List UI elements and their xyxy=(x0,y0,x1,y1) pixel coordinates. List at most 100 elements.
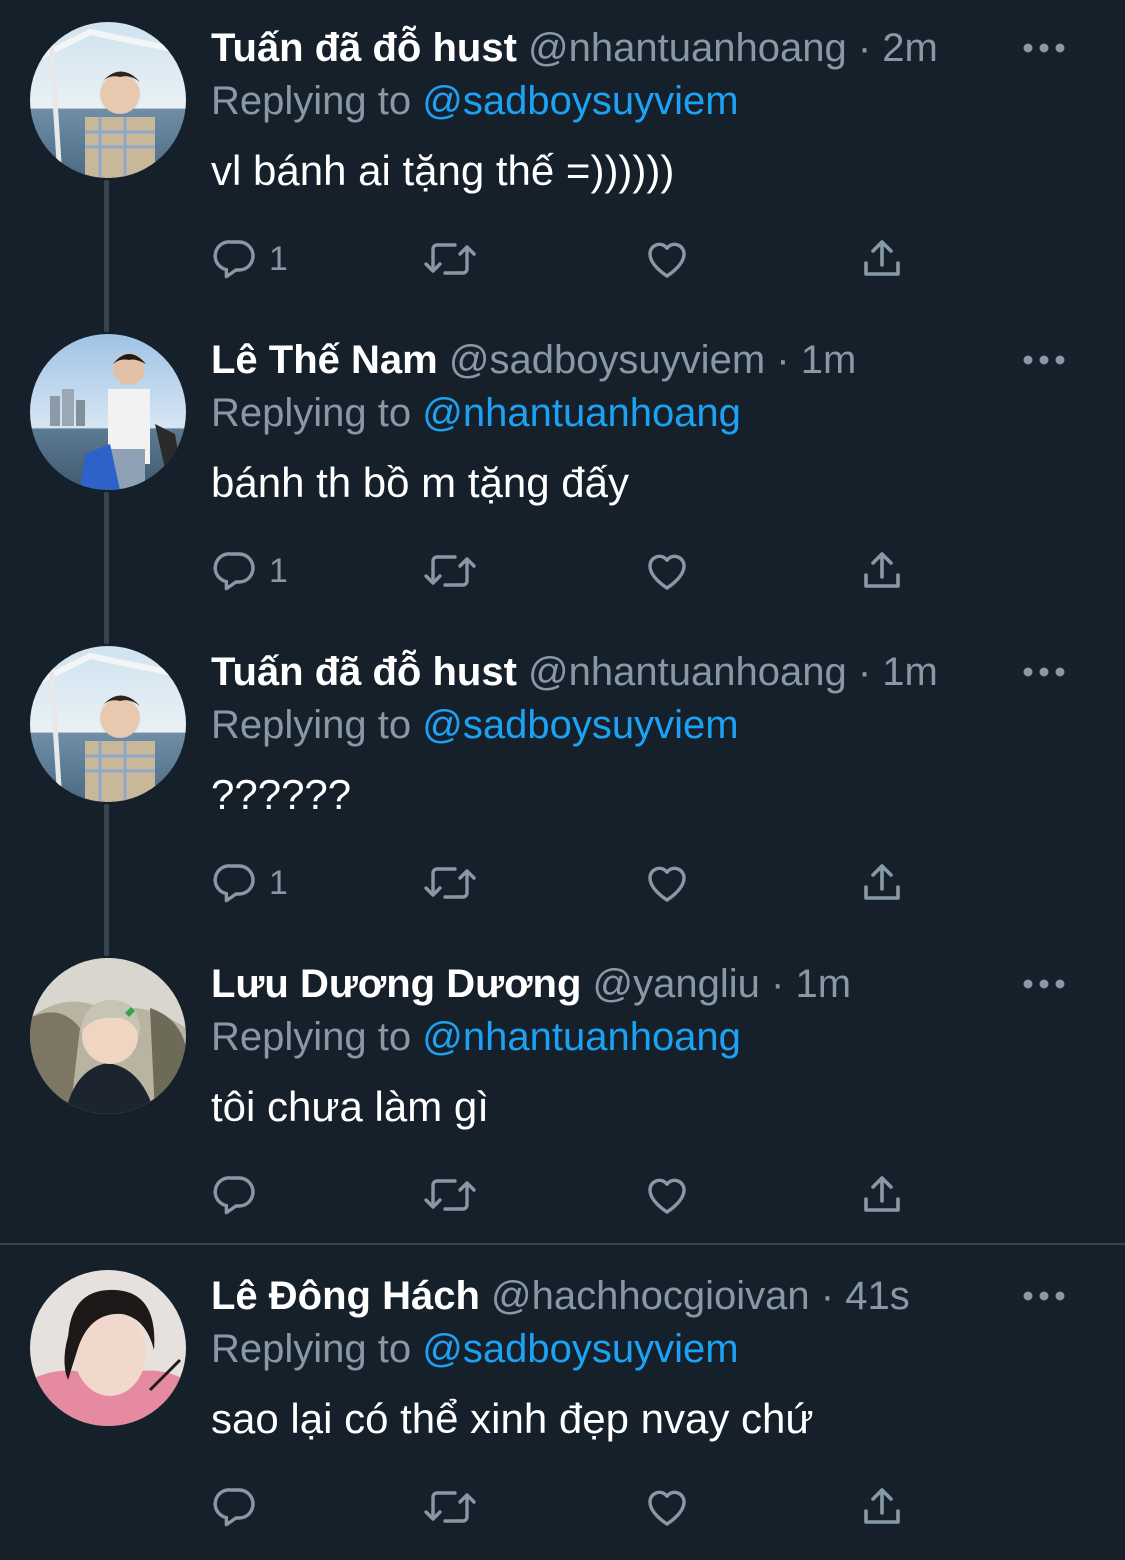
retweet-icon xyxy=(424,243,476,275)
avatar-city-photo-icon xyxy=(30,334,186,490)
replying-to: Replying to @sadboysuyviem xyxy=(211,1324,739,1374)
avatar[interactable] xyxy=(30,334,186,490)
like-button[interactable] xyxy=(643,234,691,284)
reply-button[interactable]: 1 xyxy=(211,858,288,908)
reply-button[interactable] xyxy=(211,1482,269,1532)
heart-icon xyxy=(648,1490,686,1526)
reply-button[interactable]: 1 xyxy=(211,546,288,596)
reply-count: 1 xyxy=(269,239,288,278)
tweet-header: Lê Đông Hách @hachhocgioivan · 41s xyxy=(211,1270,910,1322)
tweet[interactable]: Lê Đông Hách @hachhocgioivan · 41s Reply… xyxy=(0,1248,1125,1560)
display-name[interactable]: Lê Đông Hách xyxy=(211,1274,480,1318)
tweet-header: Tuấn đã đỗ hust @nhantuanhoang · 1m xyxy=(211,646,938,698)
more-options-icon[interactable] xyxy=(1022,974,1066,994)
retweet-button[interactable] xyxy=(423,546,477,596)
retweet-button[interactable] xyxy=(423,234,477,284)
replying-to-label: Replying to xyxy=(211,1015,412,1059)
tweet-actions: 1 xyxy=(211,212,1111,308)
reply-icon xyxy=(213,864,255,903)
reply-icon xyxy=(213,1176,255,1215)
timestamp[interactable]: 1m xyxy=(882,650,938,694)
like-button[interactable] xyxy=(643,1170,691,1220)
user-handle[interactable]: @nhantuanhoang xyxy=(528,26,847,70)
mention-link[interactable]: @nhantuanhoang xyxy=(422,1015,741,1059)
timestamp[interactable]: 41s xyxy=(845,1274,910,1318)
share-button[interactable] xyxy=(858,1482,906,1532)
mention-link[interactable]: @nhantuanhoang xyxy=(422,391,741,435)
retweet-icon xyxy=(424,1179,476,1211)
tweet[interactable]: Tuấn đã đỗ hust @nhantuanhoang · 2m Repl… xyxy=(0,0,1125,312)
reply-icon xyxy=(213,552,255,591)
separator-dot: · xyxy=(771,962,785,1006)
display-name[interactable]: Tuấn đã đỗ hust xyxy=(211,26,517,70)
reply-button[interactable] xyxy=(211,1170,269,1220)
share-icon xyxy=(864,864,900,900)
mention-link[interactable]: @sadboysuyviem xyxy=(422,79,738,123)
tweet-text: vl bánh ai tặng thế =)))))) xyxy=(211,147,675,194)
retweet-icon xyxy=(424,1491,476,1523)
tweet-divider xyxy=(0,1243,1125,1245)
share-button[interactable] xyxy=(858,546,906,596)
mention-link[interactable]: @sadboysuyviem xyxy=(422,703,738,747)
more-options-icon[interactable] xyxy=(1022,1286,1066,1306)
reply-count: 1 xyxy=(269,551,288,590)
tweet-actions: 1 xyxy=(211,524,1111,620)
tweet-actions: 1 xyxy=(211,836,1111,932)
replying-to: Replying to @nhantuanhoang xyxy=(211,1012,741,1062)
tweet-header: Lưu Dương Dương @yangliu · 1m xyxy=(211,958,851,1010)
replying-to: Replying to @sadboysuyviem xyxy=(211,700,739,750)
like-button[interactable] xyxy=(643,1482,691,1532)
reply-icon xyxy=(213,240,255,279)
share-button[interactable] xyxy=(858,858,906,908)
like-button[interactable] xyxy=(643,546,691,596)
tweet[interactable]: Lưu Dương Dương @yangliu · 1m Replying t… xyxy=(0,936,1125,1248)
share-button[interactable] xyxy=(858,1170,906,1220)
retweet-button[interactable] xyxy=(423,858,477,908)
user-handle[interactable]: @nhantuanhoang xyxy=(528,650,847,694)
timestamp[interactable]: 1m xyxy=(801,338,857,382)
heart-icon xyxy=(648,866,686,902)
reply-button[interactable]: 1 xyxy=(211,234,288,284)
tweet-text: ?????? xyxy=(211,771,352,818)
avatar-pink-hoodie-photo-icon xyxy=(30,1270,186,1426)
tweet-actions xyxy=(211,1148,1111,1244)
display-name[interactable]: Tuấn đã đỗ hust xyxy=(211,650,517,694)
avatar[interactable] xyxy=(30,22,186,178)
avatar[interactable] xyxy=(30,1270,186,1426)
user-handle[interactable]: @hachhocgioivan xyxy=(491,1274,810,1318)
avatar[interactable] xyxy=(30,958,186,1114)
user-handle[interactable]: @sadboysuyviem xyxy=(449,338,765,382)
display-name[interactable]: Lê Thế Nam xyxy=(211,338,438,382)
timestamp[interactable]: 2m xyxy=(882,26,938,70)
heart-icon xyxy=(648,554,686,590)
like-button[interactable] xyxy=(643,858,691,908)
replying-to: Replying to @sadboysuyviem xyxy=(211,76,739,126)
mention-link[interactable]: @sadboysuyviem xyxy=(422,1327,738,1371)
heart-icon xyxy=(648,1178,686,1214)
more-options-icon[interactable] xyxy=(1022,662,1066,682)
replying-to-label: Replying to xyxy=(211,391,412,435)
more-options-icon[interactable] xyxy=(1022,350,1066,370)
separator-dot: · xyxy=(820,1274,835,1318)
heart-icon xyxy=(648,242,686,278)
share-icon xyxy=(864,1176,900,1212)
share-icon xyxy=(864,552,900,588)
tweet-text: sao lại có thể xinh đẹp nvay chứ xyxy=(211,1395,814,1442)
tweet-header: Lê Thế Nam @sadboysuyviem · 1m xyxy=(211,334,856,386)
replying-to: Replying to @nhantuanhoang xyxy=(211,388,741,438)
share-button[interactable] xyxy=(858,234,906,284)
display-name[interactable]: Lưu Dương Dương xyxy=(211,962,581,1006)
avatar-boat-photo-icon xyxy=(30,646,186,802)
more-options-icon[interactable] xyxy=(1022,38,1066,58)
tweet[interactable]: Lê Thế Nam @sadboysuyviem · 1m Replying … xyxy=(0,312,1125,624)
retweet-icon xyxy=(424,867,476,899)
retweet-button[interactable] xyxy=(423,1170,477,1220)
reply-icon xyxy=(213,1488,255,1527)
separator-dot: · xyxy=(776,338,790,382)
retweet-button[interactable] xyxy=(423,1482,477,1532)
avatar[interactable] xyxy=(30,646,186,802)
user-handle[interactable]: @yangliu xyxy=(593,962,760,1006)
tweet[interactable]: Tuấn đã đỗ hust @nhantuanhoang · 1m Repl… xyxy=(0,624,1125,936)
timestamp[interactable]: 1m xyxy=(795,962,851,1006)
reply-count: 1 xyxy=(269,863,288,902)
